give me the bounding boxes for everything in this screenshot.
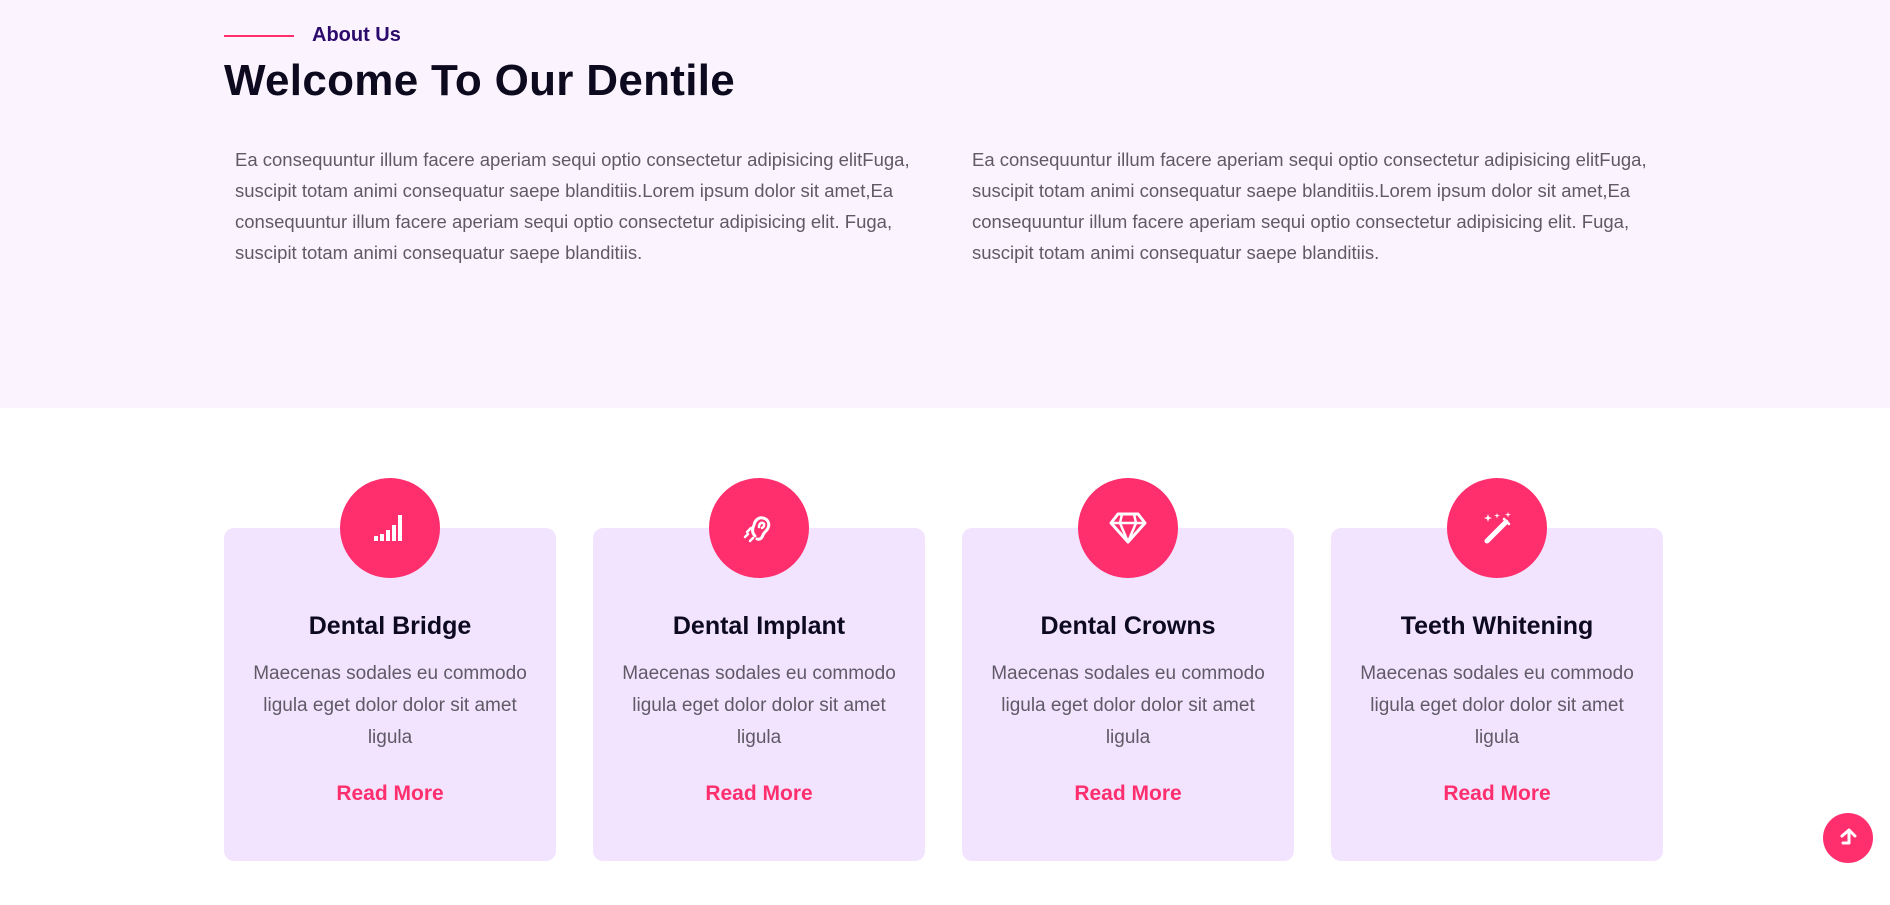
signal-bars-icon (340, 478, 440, 578)
service-card-description: Maecenas sodales eu commodo ligula eget … (622, 663, 896, 748)
diamond-icon (1078, 478, 1178, 578)
scroll-to-top-button[interactable] (1823, 813, 1873, 863)
read-more-link[interactable]: Read More (224, 782, 556, 806)
service-card-teeth-whitening: Teeth Whitening Maecenas sodales eu comm… (1331, 478, 1663, 861)
service-card-description: Maecenas sodales eu commodo ligula eget … (253, 663, 527, 748)
service-card-title: Dental Bridge (308, 612, 472, 640)
read-more-link[interactable]: Read More (962, 782, 1294, 806)
about-paragraph-right: Ea consequuntur illum facere aperiam seq… (972, 149, 1647, 263)
service-card-dental-implant: Dental Implant Maecenas sodales eu commo… (593, 478, 925, 861)
service-card-dental-bridge: Dental Bridge Maecenas sodales eu commod… (224, 478, 556, 861)
about-section: About Us Welcome To Our Dentile Ea conse… (0, 0, 1890, 408)
service-card-title: Dental Implant (672, 612, 846, 640)
about-paragraph-left: Ea consequuntur illum facere aperiam seq… (235, 149, 910, 263)
read-more-link[interactable]: Read More (1331, 782, 1663, 806)
read-more-link[interactable]: Read More (593, 782, 925, 806)
service-card-description: Maecenas sodales eu commodo ligula eget … (1360, 663, 1634, 748)
services-section: Dental Bridge Maecenas sodales eu commod… (0, 408, 1890, 905)
service-card-title: Teeth Whitening (1400, 612, 1594, 640)
magic-wand-icon (1447, 478, 1547, 578)
section-tag: About Us (224, 24, 401, 47)
page-title: Welcome To Our Dentile (224, 56, 736, 105)
hearing-ear-icon (709, 478, 809, 578)
service-card-title: Dental Crowns (1040, 612, 1216, 640)
section-tag-label: About Us (312, 24, 401, 46)
tag-divider (224, 34, 294, 37)
service-card-dental-crowns: Dental Crowns Maecenas sodales eu commod… (962, 478, 1294, 861)
arrow-up-icon (1840, 828, 1857, 845)
service-card-description: Maecenas sodales eu commodo ligula eget … (991, 663, 1265, 748)
